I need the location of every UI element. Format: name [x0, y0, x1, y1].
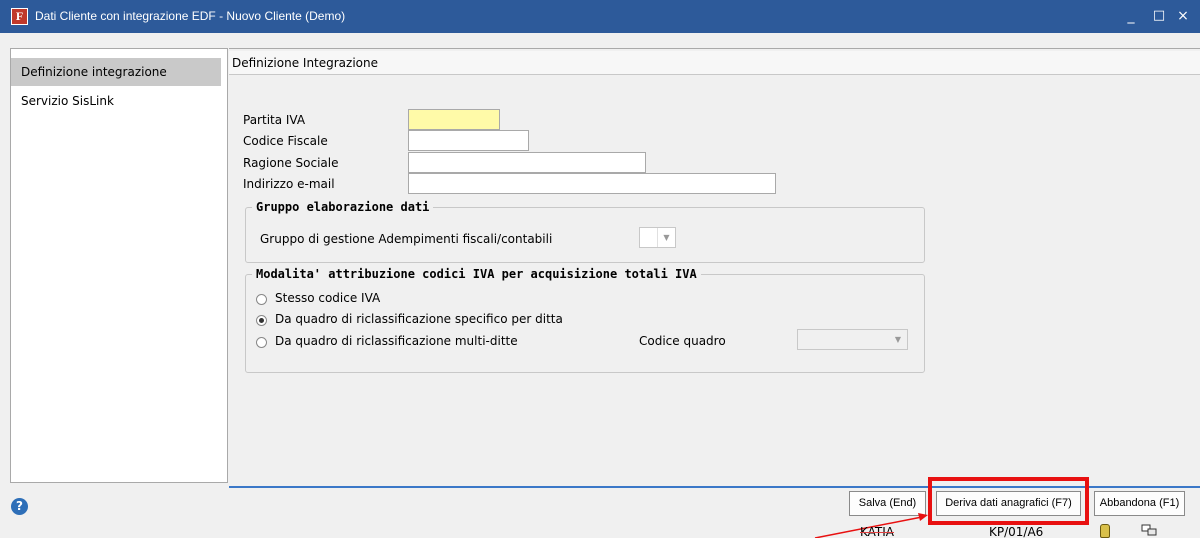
- radio-specifico-ditta[interactable]: [256, 315, 267, 326]
- app-logo-icon: F: [11, 8, 28, 25]
- radio-stesso-codice-label: Stesso codice IVA: [275, 291, 381, 305]
- ragione-sociale-label: Ragione Sociale: [243, 156, 339, 170]
- group-modalita-title: Modalita' attribuzione codici IVA per ac…: [252, 267, 701, 281]
- panel-title: Definizione Integrazione: [232, 56, 378, 70]
- partita-iva-input[interactable]: [408, 109, 500, 130]
- codice-fiscale-label: Codice Fiscale: [243, 134, 328, 148]
- dropdown-arrow-icon[interactable]: ▼: [889, 330, 907, 349]
- codice-fiscale-input[interactable]: [408, 130, 529, 151]
- abbandona-button[interactable]: Abbandona (F1): [1094, 491, 1185, 516]
- main-panel: Definizione Integrazione Partita IVA Cod…: [229, 48, 1200, 488]
- maximize-icon[interactable]: □: [1149, 6, 1169, 26]
- radio-multi-ditte-label: Da quadro di riclassificazione multi-dit…: [275, 334, 518, 348]
- gruppo-gestione-label: Gruppo di gestione Adempimenti fiscali/c…: [260, 232, 553, 246]
- radio-stesso-codice[interactable]: [256, 294, 267, 305]
- sidebar: Definizione integrazione Servizio SisLin…: [10, 48, 228, 483]
- radio-multi-ditte[interactable]: [256, 337, 267, 348]
- email-input[interactable]: [408, 173, 776, 194]
- network-icon[interactable]: [1141, 524, 1157, 538]
- highlight-box: [928, 477, 1089, 525]
- close-icon[interactable]: ×: [1173, 6, 1193, 26]
- group-modalita-iva: Modalita' attribuzione codici IVA per ac…: [245, 267, 925, 373]
- dropdown-arrow-icon[interactable]: ▼: [657, 228, 675, 247]
- help-icon[interactable]: ?: [11, 498, 28, 515]
- window-title: Dati Cliente con integrazione EDF - Nuov…: [35, 9, 346, 23]
- codice-quadro-label: Codice quadro: [639, 334, 726, 348]
- group-elaborazione-dati: Gruppo elaborazione dati Gruppo di gesti…: [245, 200, 925, 263]
- window-titlebar: F Dati Cliente con integrazione EDF - Nu…: [0, 0, 1200, 33]
- partita-iva-label: Partita IVA: [243, 113, 306, 127]
- salva-button[interactable]: Salva (End): [849, 491, 926, 516]
- ragione-sociale-input[interactable]: [408, 152, 646, 173]
- gruppo-gestione-combo[interactable]: ▼: [639, 227, 676, 248]
- codice-quadro-combo[interactable]: ▼: [797, 329, 908, 350]
- email-label: Indirizzo e-mail: [243, 177, 335, 191]
- database-icon[interactable]: [1100, 524, 1110, 538]
- minimize-icon[interactable]: _: [1121, 6, 1141, 26]
- panel-header: Definizione Integrazione: [229, 51, 1200, 75]
- group-elaborazione-title: Gruppo elaborazione dati: [252, 200, 434, 214]
- radio-specifico-ditta-label: Da quadro di riclassificazione specifico…: [275, 312, 563, 326]
- sidebar-item-servizio-sislink[interactable]: Servizio SisLink: [11, 89, 221, 113]
- sidebar-item-definizione-integrazione[interactable]: Definizione integrazione: [11, 58, 221, 86]
- status-user: KATIA: [860, 525, 895, 538]
- status-code: KP/01/A6: [989, 525, 1044, 538]
